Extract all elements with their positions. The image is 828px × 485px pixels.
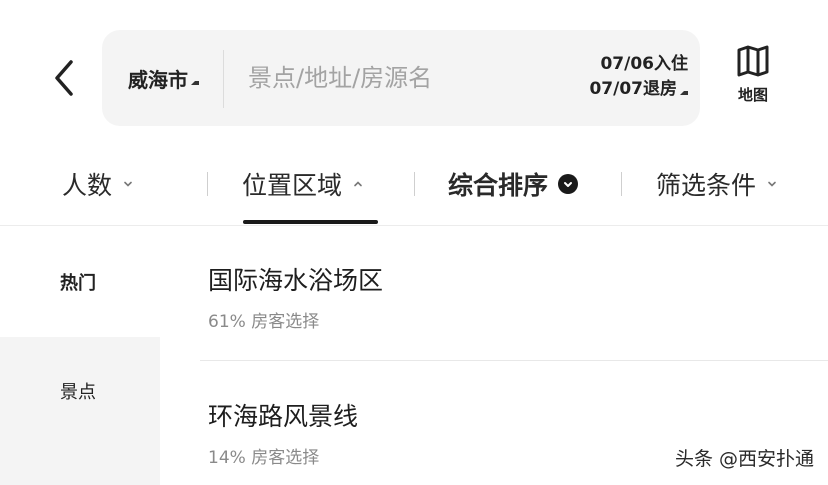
dropdown-triangle-icon	[680, 90, 688, 95]
area-stat: 14% 房客选择	[208, 448, 320, 468]
checkout-date: 07/07退房	[589, 79, 677, 99]
area-name: 环海路风景线	[208, 402, 359, 431]
category-sidebar: 热门 景点	[0, 227, 160, 485]
map-icon	[737, 45, 769, 77]
filter-location[interactable]: 位置区域	[242, 164, 364, 204]
sidebar-item-attractions[interactable]: 景点	[0, 337, 160, 485]
filter-bar: 人数 位置区域 综合排序 筛选条件	[0, 150, 828, 226]
chevron-down-icon	[768, 181, 776, 187]
sidebar-item-label: 热门	[60, 273, 96, 294]
list-item[interactable]: 国际海水浴场区 61% 房客选择	[200, 227, 828, 361]
search-header: 威海市 07/06入住 07/07退房 地图	[0, 0, 828, 150]
search-input[interactable]	[248, 60, 548, 96]
filter-guests[interactable]: 人数	[62, 164, 134, 204]
filter-separator	[414, 172, 415, 196]
chevron-up-icon	[354, 181, 362, 187]
search-bar: 威海市 07/06入住 07/07退房	[102, 30, 700, 126]
filter-separator	[621, 172, 622, 196]
filter-conditions[interactable]: 筛选条件	[656, 164, 778, 204]
filter-sort-label: 综合排序	[448, 171, 549, 200]
area-name: 国际海水浴场区	[208, 266, 384, 295]
chevron-left-icon	[55, 60, 73, 96]
city-label: 威海市	[128, 68, 188, 92]
active-tab-indicator	[243, 220, 378, 224]
filter-sort[interactable]: 综合排序	[448, 164, 579, 204]
filter-separator	[207, 172, 208, 196]
filter-location-label: 位置区域	[242, 171, 343, 200]
map-label: 地图	[737, 86, 768, 104]
filter-conditions-label: 筛选条件	[656, 171, 757, 200]
checkin-date: 07/06入住	[600, 54, 688, 74]
back-button[interactable]	[44, 56, 84, 100]
filter-guests-label: 人数	[62, 171, 113, 200]
date-selector[interactable]: 07/06入住 07/07退房	[589, 52, 688, 102]
check-circle-icon	[558, 174, 579, 194]
divider	[223, 50, 224, 108]
city-selector[interactable]: 威海市	[128, 64, 199, 93]
sidebar-item-label: 景点	[60, 382, 96, 403]
map-button[interactable]: 地图	[728, 44, 778, 114]
sidebar-item-hot[interactable]: 热门	[0, 227, 160, 337]
area-stat: 61% 房客选择	[208, 312, 320, 332]
dropdown-triangle-icon	[191, 80, 199, 85]
watermark: 头条 @西安扑通	[674, 448, 814, 470]
chevron-down-icon	[124, 181, 132, 187]
